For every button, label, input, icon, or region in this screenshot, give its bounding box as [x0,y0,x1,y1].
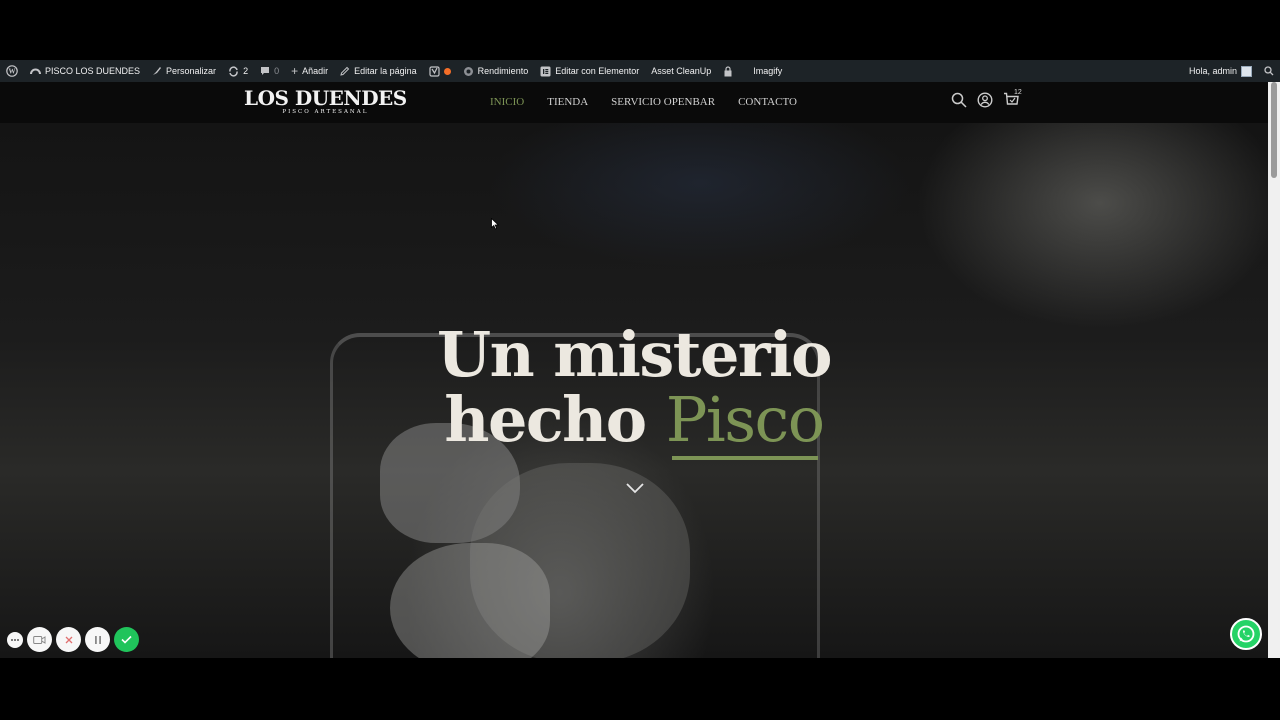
imagify-label: Imagify [753,66,783,76]
recorder-cancel-button[interactable] [56,627,81,652]
adminbar-search-button[interactable] [1258,60,1280,82]
brush-icon [153,67,162,75]
whatsapp-button[interactable] [1230,618,1262,650]
avatar [1241,65,1252,77]
mouse-cursor-icon [491,218,499,230]
comment-icon [261,67,270,75]
performance-link[interactable]: Rendimiento [457,60,535,82]
edit-page-label: Editar la página [354,66,417,76]
comments-count: 0 [274,66,280,76]
plus-icon: + [291,64,299,78]
ice-cube-image [390,543,550,658]
add-new-link[interactable]: + Añadir [285,60,334,82]
menu-item-inicio[interactable]: INICIO [490,96,524,108]
comments-link[interactable]: 0 [254,60,285,82]
pause-icon [94,635,101,644]
updates-link[interactable]: 2 [222,60,254,82]
my-account-link[interactable]: Hola, admin [1183,60,1258,82]
elementor-icon [540,66,551,76]
site-name-label: PISCO LOS DUENDES [45,66,141,76]
whatsapp-icon [1237,625,1255,643]
check-icon [121,635,132,644]
recorder-more-button[interactable] [7,631,23,648]
hero-accent-underline [672,456,818,460]
refresh-icon [229,65,238,77]
close-icon [65,636,72,643]
performance-label: Rendimiento [477,66,529,76]
pencil-icon [340,66,350,76]
hero-section: Un misterio hecho Pisco [0,123,1268,658]
more-dots-icon [11,638,19,641]
menu-item-tienda[interactable]: TIENDA [547,96,588,108]
svg-text:W: W [9,68,16,76]
edit-elementor-link[interactable]: Editar con Elementor [534,60,645,82]
wordpress-logo-button[interactable]: W [0,60,24,82]
hero-title-line-1: Un misterio [437,318,832,391]
camera-icon [33,635,46,644]
lock-button[interactable] [717,60,739,82]
recorder-pause-button[interactable] [85,627,110,652]
dashboard-icon [30,68,41,75]
user-icon [977,92,993,108]
asset-cleanup-label: Asset CleanUp [651,66,712,76]
wordpress-icon: W [6,65,18,77]
recorder-controls [7,627,139,652]
menu-item-contacto[interactable]: CONTACTO [738,96,797,108]
hero-title-line-2: hecho Pisco [0,388,1268,452]
search-icon [1264,66,1274,76]
scrollbar-thumb[interactable] [1271,82,1277,178]
greeting-label: Hola, admin [1188,66,1237,76]
updates-count: 2 [243,66,249,76]
hero-title-accent: Pisco [665,383,825,456]
add-new-label: Añadir [302,66,329,76]
edit-page-link[interactable]: Editar la página [334,60,423,82]
cart-count-badge: 12 [1014,89,1022,96]
search-button[interactable] [951,92,967,108]
browser-viewport: W PISCO LOS DUENDES Personalizar 2 0 + A… [0,60,1280,658]
header-icons [951,92,1019,108]
search-icon [951,92,967,108]
customize-label: Personalizar [166,66,217,76]
page-scrollbar[interactable] [1268,82,1280,658]
wp-admin-bar: W PISCO LOS DUENDES Personalizar 2 0 + A… [0,60,1280,82]
logo-subtitle: PISCO ARTESANAL [282,109,369,115]
account-button[interactable] [977,92,993,108]
edit-elementor-label: Editar con Elementor [555,66,640,76]
asset-cleanup-link[interactable]: Asset CleanUp [645,60,717,82]
menu-item-servicio-openbar[interactable]: SERVICIO OPENBAR [611,96,715,108]
recorder-done-button[interactable] [114,627,139,652]
yoast-icon [429,65,440,77]
yoast-seo-button[interactable] [423,60,457,82]
imagify-link[interactable]: Imagify [747,60,788,82]
site-header: LOS DUENDES PISCO ARTESANAL INICIO TIEND… [0,82,1268,123]
customize-link[interactable]: Personalizar [146,60,222,82]
recorder-camera-button[interactable] [27,627,52,652]
hero-title-plain: hecho [444,383,647,456]
site-logo[interactable]: LOS DUENDES PISCO ARTESANAL [244,87,407,116]
chevron-down-icon[interactable] [625,481,645,495]
seo-status-dot [443,67,451,75]
site-name-link[interactable]: PISCO LOS DUENDES [24,60,146,82]
performance-icon [463,66,473,76]
logo-name: LOS DUENDES [244,86,407,110]
lock-icon [724,65,732,76]
main-menu: INICIO TIENDA SERVICIO OPENBAR CONTACTO [490,96,820,108]
